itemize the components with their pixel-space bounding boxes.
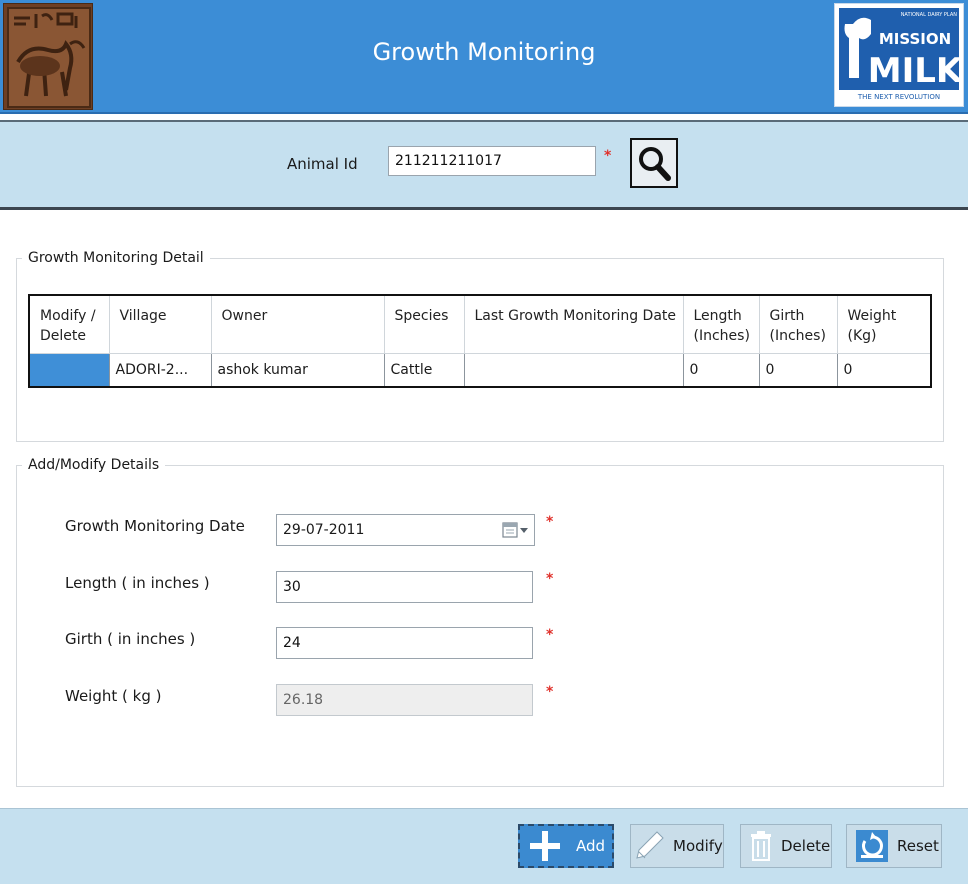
pencil-icon (635, 830, 665, 862)
animal-id-label: Animal Id (287, 155, 358, 173)
form-group-legend: Add/Modify Details (22, 457, 166, 473)
delete-button[interactable]: Delete (740, 824, 832, 868)
add-button[interactable]: Add (518, 824, 614, 868)
reset-icon (855, 829, 889, 863)
length-input[interactable] (276, 571, 533, 603)
growth-date-label: Growth Monitoring Date (65, 517, 245, 535)
animal-id-input[interactable] (388, 146, 596, 176)
length-cell: 0 (682, 352, 760, 388)
girth-input[interactable] (276, 627, 533, 659)
girth-label: Girth ( in inches ) (65, 630, 196, 648)
required-marker: * (546, 627, 554, 643)
svg-text:NATIONAL DAIRY PLAN: NATIONAL DAIRY PLAN (901, 12, 958, 18)
page-title: Growth Monitoring (372, 38, 596, 66)
column-header-length[interactable]: Length (Inches) (682, 294, 760, 354)
svg-text:THE NEXT REVOLUTION: THE NEXT REVOLUTION (857, 93, 940, 101)
detail-group-legend: Growth Monitoring Detail (22, 250, 210, 266)
village-cell: ADORI-2... (108, 352, 212, 388)
column-header-girth[interactable]: Girth (Inches) (758, 294, 838, 354)
owner-cell: ashok kumar (210, 352, 385, 388)
modify-button-label: Modify (673, 837, 723, 855)
growth-monitoring-table: Modify / Delete Village Owner Species La… (28, 294, 932, 388)
trash-icon (749, 830, 773, 862)
required-marker: * (546, 684, 554, 700)
mission-milk-logo: NATIONAL DAIRY PLAN MISSION MILK THE NEX… (834, 3, 964, 107)
calendar-dropdown-icon[interactable] (502, 522, 528, 542)
modify-delete-cell[interactable] (28, 352, 110, 388)
column-header-village[interactable]: Village (108, 294, 212, 354)
search-button[interactable] (630, 138, 678, 188)
growth-date-picker[interactable]: 29-07-2011 (276, 514, 535, 546)
add-button-label: Add (576, 837, 606, 855)
weight-cell: 0 (836, 352, 932, 388)
length-label: Length ( in inches ) (65, 574, 210, 592)
plus-icon (528, 829, 562, 863)
modify-button[interactable]: Modify (630, 824, 724, 868)
table-row[interactable]: ADORI-2... ashok kumar Cattle 0 0 0 (28, 352, 932, 388)
column-header-species[interactable]: Species (383, 294, 465, 354)
app-header: Growth Monitoring NATIONAL DAIRY PLAN MI… (0, 0, 968, 114)
column-header-last-date[interactable]: Last Growth Monitoring Date (463, 294, 684, 354)
last-date-cell (463, 352, 684, 388)
required-marker: * (546, 571, 554, 587)
weight-label: Weight ( kg ) (65, 687, 162, 705)
column-header-owner[interactable]: Owner (210, 294, 385, 354)
species-cell: Cattle (383, 352, 465, 388)
svg-text:MISSION: MISSION (879, 30, 951, 48)
svg-text:MILK: MILK (868, 51, 963, 91)
girth-cell: 0 (758, 352, 838, 388)
required-marker: * (604, 148, 612, 164)
delete-button-label: Delete (781, 837, 831, 855)
required-marker: * (546, 514, 554, 530)
column-header-modify-delete: Modify / Delete (28, 294, 110, 354)
growth-date-value: 29-07-2011 (283, 522, 365, 538)
weight-input (276, 684, 533, 716)
reset-button-label: Reset (897, 837, 939, 855)
search-icon (639, 147, 671, 181)
column-header-weight[interactable]: Weight (Kg) (836, 294, 932, 354)
reset-button[interactable]: Reset (846, 824, 942, 868)
table-header-row: Modify / Delete Village Owner Species La… (28, 294, 932, 354)
